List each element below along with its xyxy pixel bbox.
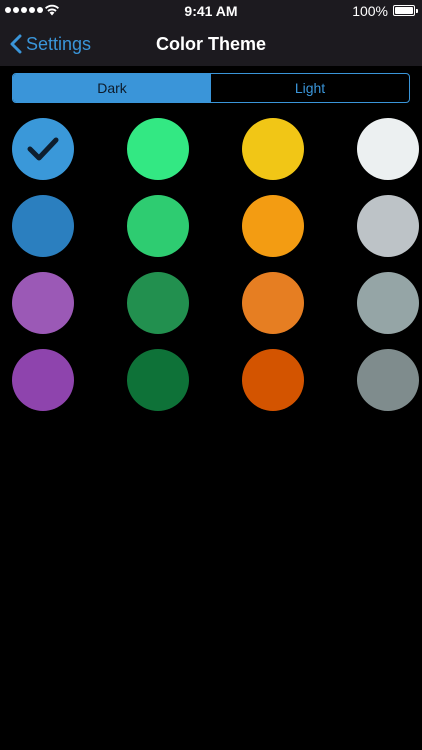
battery-icon — [393, 5, 418, 16]
navigation-bar: Settings Color Theme — [0, 22, 422, 66]
chevron-left-icon — [10, 34, 22, 54]
color-swatch[interactable] — [12, 349, 74, 411]
color-swatch[interactable] — [127, 195, 189, 257]
color-swatch[interactable] — [357, 195, 419, 257]
color-swatch[interactable] — [12, 118, 74, 180]
color-swatch[interactable] — [127, 272, 189, 334]
back-button[interactable]: Settings — [10, 22, 91, 66]
color-swatch-grid — [12, 118, 419, 411]
color-swatch[interactable] — [12, 195, 74, 257]
color-swatch[interactable] — [12, 272, 74, 334]
color-swatch[interactable] — [357, 118, 419, 180]
color-swatch[interactable] — [242, 349, 304, 411]
color-swatch[interactable] — [242, 195, 304, 257]
segment-light[interactable]: Light — [211, 74, 409, 102]
color-swatch[interactable] — [242, 118, 304, 180]
color-swatch[interactable] — [357, 272, 419, 334]
color-swatch[interactable] — [357, 349, 419, 411]
battery-percent: 100% — [352, 3, 388, 19]
color-swatch[interactable] — [127, 349, 189, 411]
back-button-label: Settings — [26, 33, 92, 54]
checkmark-icon — [27, 137, 59, 161]
theme-segmented-control: Dark Light — [12, 73, 410, 103]
status-bar: 9:41 AM 100% — [0, 0, 422, 22]
color-swatch[interactable] — [127, 118, 189, 180]
color-swatch[interactable] — [242, 272, 304, 334]
segment-dark[interactable]: Dark — [13, 74, 211, 102]
